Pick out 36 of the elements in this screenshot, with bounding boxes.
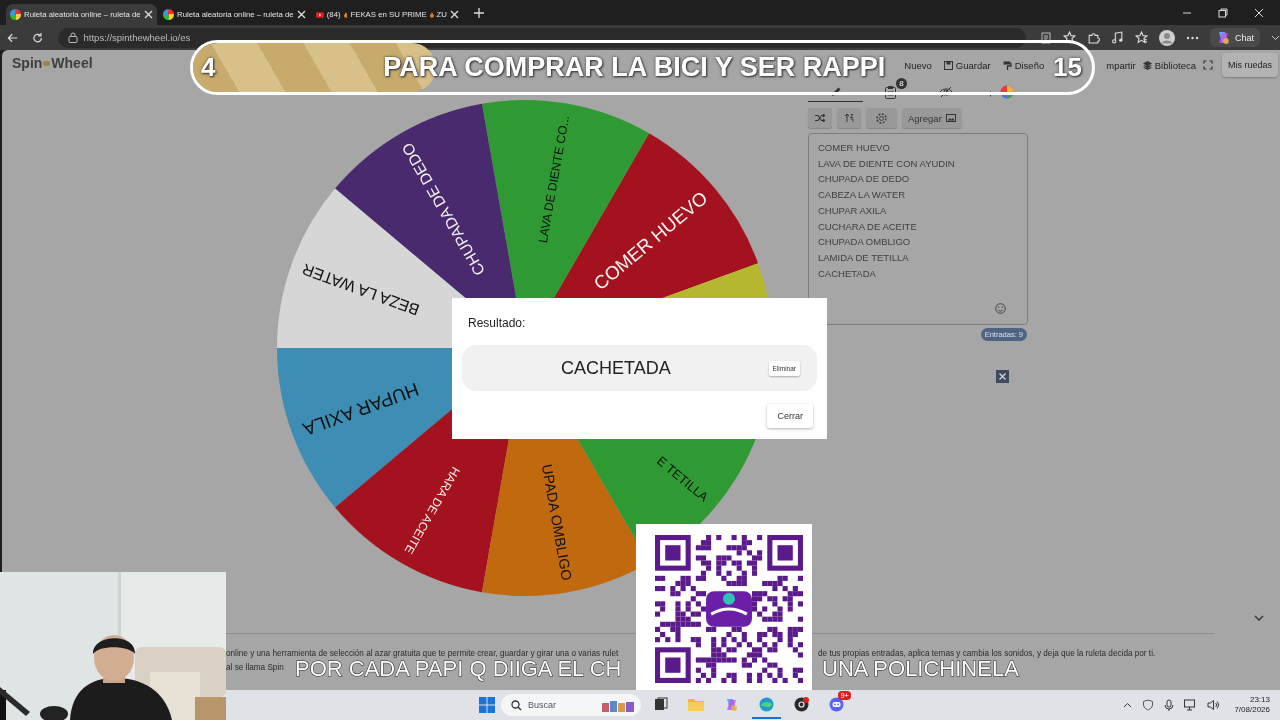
nav-link[interactable]: Biblioteca (1142, 59, 1196, 71)
add-image-button[interactable]: Agregar (902, 108, 962, 128)
count-badge: 8 (896, 78, 907, 89)
nav-link[interactable]: Diseño (1002, 59, 1045, 71)
entry-text: COMER HUEVO (818, 141, 891, 155)
search-field[interactable]: Buscar (501, 694, 641, 716)
entry-text: CHUPADA DE DEDO (818, 172, 911, 187)
entry-text: CABEZA LA WATER (818, 188, 907, 203)
description-text: al se llama Spin (226, 662, 284, 674)
entry-text: CHUPAR AXILA (818, 203, 888, 218)
entry-text: CHUPADA OMBLIGO (818, 235, 912, 250)
entry-text: CACHETADA (818, 266, 877, 281)
clock-date: 7/08/2026 (1234, 705, 1270, 715)
result-text: CACHETADA (561, 357, 671, 379)
my-wheels-button[interactable]: Mis ruedas (1222, 53, 1278, 77)
chat-button[interactable]: Chat (1210, 28, 1260, 47)
slice-label: UPADA OMBLIGO (538, 463, 576, 582)
close-button[interactable]: Cerrar (767, 404, 813, 428)
logo[interactable]: Spin Wheel (12, 55, 93, 71)
slice-label: LAVA DE DIENTE CO... (535, 114, 573, 244)
dialog-title: Resultado: (467, 316, 527, 330)
clock-time: 23:13 (1249, 695, 1270, 705)
entry-text: LAMIDA DE TETILLA (818, 250, 910, 265)
nav-link[interactable]: Guardar (943, 59, 991, 71)
nav-link[interactable]: mpartir (1106, 59, 1136, 71)
url-text: https://spinthewheel.io/es (83, 32, 191, 43)
goal-target: 15 (1053, 52, 1082, 83)
description-text: online y una herramienta de selección al azar gratuita que te permite crear, guardar y girar una o varias rulet (226, 648, 620, 660)
goal-title: PARA COMPRAR LA BICI Y SER RAPPI (383, 52, 886, 83)
entry-text: LAVA DE DIENTE CON AYUDIN (818, 156, 956, 171)
description-text: de tus propias entradas, aplica temas y cambia los sonidos, y deja que la ruleta decida por ti. (818, 648, 1156, 660)
entry-text: CUCHARA DE ACEITE (818, 219, 918, 234)
entries-textarea[interactable]: COMER HUEVO LAVA DE DIENTE CON AYUDIN CHUPADA DE DEDO CABEZA LA WATER CHUPAR AXILA CUCHARA DE ACEITE CHUPADA OMBLIGO LAMIDA DE TETILLA CACHETADA (808, 133, 1028, 325)
goal-current: 4 (201, 52, 216, 83)
nav-link[interactable]: Nuevo (904, 59, 932, 71)
search-placeholder: Buscar (528, 700, 556, 710)
